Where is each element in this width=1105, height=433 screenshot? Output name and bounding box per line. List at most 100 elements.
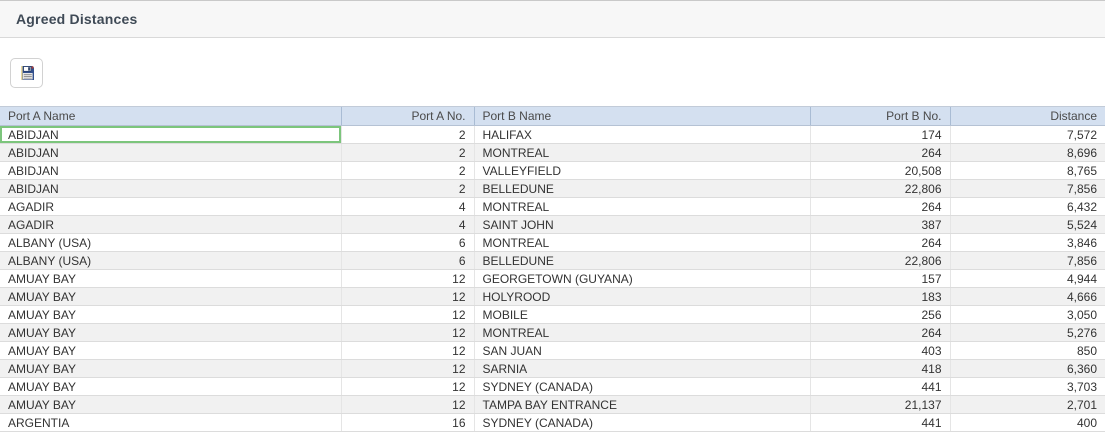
- table-cell[interactable]: 7,856: [950, 252, 1105, 270]
- table-cell[interactable]: 2,701: [950, 396, 1105, 414]
- table-cell[interactable]: BELLEDUNE: [474, 180, 810, 198]
- table-row[interactable]: AMUAY BAY12SAN JUAN403850: [0, 342, 1105, 360]
- table-cell[interactable]: MONTREAL: [474, 324, 810, 342]
- table-cell[interactable]: 264: [810, 198, 950, 216]
- table-cell[interactable]: 3,050: [950, 306, 1105, 324]
- table-cell[interactable]: 2: [341, 162, 474, 180]
- table-cell[interactable]: 20,508: [810, 162, 950, 180]
- table-cell[interactable]: ALBANY (USA): [0, 234, 341, 252]
- table-cell[interactable]: 22,806: [810, 252, 950, 270]
- table-cell[interactable]: AMUAY BAY: [0, 378, 341, 396]
- table-cell[interactable]: 12: [341, 342, 474, 360]
- table-cell[interactable]: 441: [810, 414, 950, 432]
- table-row[interactable]: AMUAY BAY12MOBILE2563,050: [0, 306, 1105, 324]
- table-cell[interactable]: 441: [810, 378, 950, 396]
- table-row[interactable]: AMUAY BAY12HOLYROOD1834,666: [0, 288, 1105, 306]
- table-cell[interactable]: AGADIR: [0, 216, 341, 234]
- table-row[interactable]: ALBANY (USA)6BELLEDUNE22,8067,856: [0, 252, 1105, 270]
- table-cell[interactable]: 418: [810, 360, 950, 378]
- table-cell[interactable]: 22,806: [810, 180, 950, 198]
- table-cell[interactable]: 183: [810, 288, 950, 306]
- table-cell[interactable]: MONTREAL: [474, 144, 810, 162]
- table-cell[interactable]: 3,703: [950, 378, 1105, 396]
- table-cell[interactable]: 7,572: [950, 126, 1105, 144]
- table-cell[interactable]: 8,765: [950, 162, 1105, 180]
- save-button[interactable]: [10, 58, 43, 88]
- table-cell[interactable]: ABIDJAN: [0, 180, 341, 198]
- table-row[interactable]: ALBANY (USA)6MONTREAL2643,846: [0, 234, 1105, 252]
- column-header-distance[interactable]: Distance: [950, 107, 1105, 126]
- table-cell[interactable]: 4,944: [950, 270, 1105, 288]
- table-cell[interactable]: 5,524: [950, 216, 1105, 234]
- table-cell[interactable]: ABIDJAN: [0, 162, 341, 180]
- table-cell[interactable]: 12: [341, 396, 474, 414]
- table-cell[interactable]: AMUAY BAY: [0, 396, 341, 414]
- column-header-port-a-name[interactable]: Port A Name: [0, 107, 341, 126]
- table-cell[interactable]: 387: [810, 216, 950, 234]
- table-row[interactable]: AMUAY BAY12MONTREAL2645,276: [0, 324, 1105, 342]
- table-cell[interactable]: GEORGETOWN (GUYANA): [474, 270, 810, 288]
- table-cell[interactable]: TAMPA BAY ENTRANCE: [474, 396, 810, 414]
- table-cell[interactable]: 12: [341, 270, 474, 288]
- table-cell[interactable]: AMUAY BAY: [0, 324, 341, 342]
- table-cell[interactable]: MONTREAL: [474, 198, 810, 216]
- table-cell[interactable]: SAN JUAN: [474, 342, 810, 360]
- table-cell[interactable]: 6: [341, 234, 474, 252]
- column-header-port-a-no[interactable]: Port A No.: [341, 107, 474, 126]
- table-row[interactable]: AMUAY BAY12TAMPA BAY ENTRANCE21,1372,701: [0, 396, 1105, 414]
- table-cell[interactable]: 21,137: [810, 396, 950, 414]
- table-cell[interactable]: 400: [950, 414, 1105, 432]
- table-cell[interactable]: SYDNEY (CANADA): [474, 378, 810, 396]
- table-cell[interactable]: MONTREAL: [474, 234, 810, 252]
- table-row[interactable]: ABIDJAN2BELLEDUNE22,8067,856: [0, 180, 1105, 198]
- table-cell[interactable]: AMUAY BAY: [0, 270, 341, 288]
- table-cell[interactable]: 7,856: [950, 180, 1105, 198]
- table-cell[interactable]: 6,360: [950, 360, 1105, 378]
- table-row[interactable]: AGADIR4SAINT JOHN3875,524: [0, 216, 1105, 234]
- column-header-port-b-name[interactable]: Port B Name: [474, 107, 810, 126]
- table-cell[interactable]: 264: [810, 324, 950, 342]
- table-cell[interactable]: HOLYROOD: [474, 288, 810, 306]
- table-cell[interactable]: ABIDJAN: [0, 144, 341, 162]
- table-cell[interactable]: 256: [810, 306, 950, 324]
- table-cell[interactable]: 12: [341, 360, 474, 378]
- table-cell[interactable]: SYDNEY (CANADA): [474, 414, 810, 432]
- table-cell[interactable]: 6,432: [950, 198, 1105, 216]
- table-cell[interactable]: HALIFAX: [474, 126, 810, 144]
- table-cell[interactable]: AMUAY BAY: [0, 360, 341, 378]
- table-cell[interactable]: ABIDJAN: [0, 126, 341, 144]
- table-row[interactable]: ARGENTIA16SYDNEY (CANADA)441400: [0, 414, 1105, 432]
- table-cell[interactable]: AMUAY BAY: [0, 342, 341, 360]
- table-cell[interactable]: 2: [341, 126, 474, 144]
- table-cell[interactable]: 4: [341, 216, 474, 234]
- table-cell[interactable]: 4,666: [950, 288, 1105, 306]
- table-cell[interactable]: SAINT JOHN: [474, 216, 810, 234]
- table-cell[interactable]: 12: [341, 288, 474, 306]
- table-cell[interactable]: MOBILE: [474, 306, 810, 324]
- table-cell[interactable]: 12: [341, 378, 474, 396]
- table-cell[interactable]: 4: [341, 198, 474, 216]
- table-cell[interactable]: SARNIA: [474, 360, 810, 378]
- table-cell[interactable]: VALLEYFIELD: [474, 162, 810, 180]
- table-cell[interactable]: 174: [810, 126, 950, 144]
- table-cell[interactable]: 2: [341, 144, 474, 162]
- table-cell[interactable]: ARGENTIA: [0, 414, 341, 432]
- table-cell[interactable]: 850: [950, 342, 1105, 360]
- table-cell[interactable]: 403: [810, 342, 950, 360]
- table-cell[interactable]: ALBANY (USA): [0, 252, 341, 270]
- table-cell[interactable]: 12: [341, 306, 474, 324]
- table-cell[interactable]: AGADIR: [0, 198, 341, 216]
- column-header-port-b-no[interactable]: Port B No.: [810, 107, 950, 126]
- table-cell[interactable]: 264: [810, 234, 950, 252]
- table-cell[interactable]: 12: [341, 324, 474, 342]
- table-cell[interactable]: 3,846: [950, 234, 1105, 252]
- table-cell[interactable]: 2: [341, 180, 474, 198]
- table-cell[interactable]: 264: [810, 144, 950, 162]
- table-cell[interactable]: 6: [341, 252, 474, 270]
- table-cell[interactable]: 157: [810, 270, 950, 288]
- table-row[interactable]: AGADIR4MONTREAL2646,432: [0, 198, 1105, 216]
- table-row[interactable]: AMUAY BAY12SYDNEY (CANADA)4413,703: [0, 378, 1105, 396]
- table-cell[interactable]: BELLEDUNE: [474, 252, 810, 270]
- table-cell[interactable]: AMUAY BAY: [0, 306, 341, 324]
- table-cell[interactable]: 8,696: [950, 144, 1105, 162]
